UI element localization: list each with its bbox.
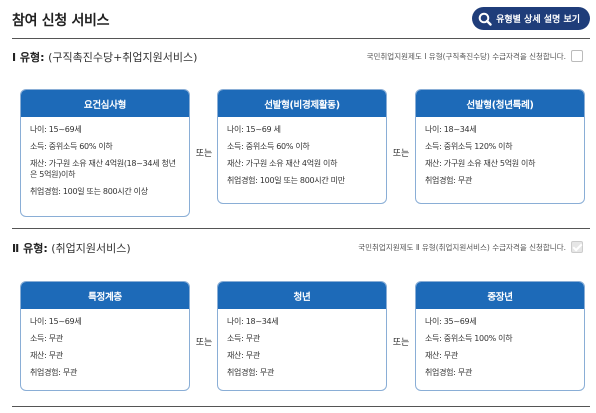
or-label: 또는 xyxy=(392,338,410,348)
card-body: 나이: 15~69세 소득: 중위소득 60% 이하 재산: 가구원 소유 재산… xyxy=(21,117,189,197)
type1-card-3: 선발형(청년특례) 나이: 18~34세 소득: 중위소득 120% 이하 재산… xyxy=(415,89,585,204)
card-line-age: 나이: 18~34세 xyxy=(227,317,279,326)
divider xyxy=(12,406,590,407)
card-line-experience: 취업경험: 무관 xyxy=(425,176,472,185)
magnifier-icon xyxy=(478,12,492,26)
divider xyxy=(12,228,590,229)
type1-apply-text: 국민취업지원제도 Ⅰ 유형(구직촉진수당) 수급자격을 신청합니다. xyxy=(366,51,566,61)
card-line-income: 소득: 중위소득 60% 이하 xyxy=(227,142,310,151)
card-body: 나이: 18~34세 소득: 중위소득 120% 이하 재산: 가구원 소유 재… xyxy=(416,117,584,186)
card-title: 중장년 xyxy=(416,282,584,309)
type1-title: Ⅰ 유형: (구직촉진수당+취업지원서비스) xyxy=(12,49,197,65)
type1-checkbox[interactable] xyxy=(571,50,583,62)
card-line-income: 소득: 중위소득 60% 이하 xyxy=(30,142,113,151)
card-body: 나이: 18~34세 소득: 무관 재산: 무관 취업경험: 무관 xyxy=(218,309,386,378)
card-title: 요건심사형 xyxy=(21,90,189,117)
card-line-asset: 재산: 무관 xyxy=(227,351,260,360)
guide-button[interactable]: 유형별 상세 설명 보기 xyxy=(472,7,590,30)
type1-card-1: 요건심사형 나이: 15~69세 소득: 중위소득 60% 이하 재산: 가구원… xyxy=(20,89,190,217)
card-line-asset: 재산: 가구원 소유 재산 5억원 이하 xyxy=(425,159,536,168)
type2-title: Ⅱ 유형: (취업지원서비스) xyxy=(12,240,131,256)
card-line-experience: 취업경험: 100일 또는 800시간 이상 xyxy=(30,187,148,196)
type1-sub: (구직촉진수당+취업지원서비스) xyxy=(48,51,198,64)
card-line-age: 나이: 15~69 세 xyxy=(227,125,281,134)
type2-card-2: 청년 나이: 18~34세 소득: 무관 재산: 무관 취업경험: 무관 xyxy=(217,281,387,391)
type2-apply-text: 국민취업지원제도 Ⅱ 유형(취업지원서비스) 수급자격을 신청합니다. xyxy=(358,242,566,252)
card-line-asset: 재산: 무관 xyxy=(425,351,458,360)
card-line-income: 소득: 중위소득 120% 이하 xyxy=(425,142,513,151)
card-line-income: 소득: 무관 xyxy=(227,334,260,343)
type2-apply[interactable]: 국민취업지원제도 Ⅱ 유형(취업지원서비스) 수급자격을 신청합니다. xyxy=(358,241,583,253)
page-title: 참여 신청 서비스 xyxy=(12,13,110,29)
or-label: 또는 xyxy=(392,149,410,159)
type2-card-1: 특정계층 나이: 15~69세 소득: 무관 재산: 무관 취업경험: 무관 xyxy=(20,281,190,391)
card-title: 선발형(청년특례) xyxy=(416,90,584,117)
card-line-experience: 취업경험: 100일 또는 800시간 미만 xyxy=(227,176,345,185)
type1-card-2: 선발형(비경제활동) 나이: 15~69 세 소득: 중위소득 60% 이하 재… xyxy=(217,89,387,204)
or-label: 또는 xyxy=(195,338,213,348)
card-line-age: 나이: 15~69세 xyxy=(30,317,82,326)
type2-card-3: 중장년 나이: 35~69세 소득: 중위소득 100% 이하 재산: 무관 취… xyxy=(415,281,585,391)
card-title: 선발형(비경제활동) xyxy=(218,90,386,117)
card-line-income: 소득: 중위소득 100% 이하 xyxy=(425,334,513,343)
card-line-experience: 취업경험: 무관 xyxy=(30,368,77,377)
card-body: 나이: 35~69세 소득: 중위소득 100% 이하 재산: 무관 취업경험:… xyxy=(416,309,584,378)
divider xyxy=(12,38,590,39)
card-line-asset: 재산: 가구원 소유 재산 4억원 이하 xyxy=(227,159,338,168)
page-header: 참여 신청 서비스 유형별 상세 설명 보기 xyxy=(0,0,596,38)
type1-label: Ⅰ 유형: xyxy=(12,51,45,64)
type2-sub: (취업지원서비스) xyxy=(51,242,131,255)
card-title: 청년 xyxy=(218,282,386,309)
card-line-age: 나이: 35~69세 xyxy=(425,317,477,326)
card-line-age: 나이: 18~34세 xyxy=(425,125,477,134)
card-line-asset: 재산: 무관 xyxy=(30,351,63,360)
card-line-age: 나이: 15~69세 xyxy=(30,125,82,134)
card-body: 나이: 15~69 세 소득: 중위소득 60% 이하 재산: 가구원 소유 재… xyxy=(218,117,386,186)
type1-header: Ⅰ 유형: (구직촉진수당+취업지원서비스) 국민취업지원제도 Ⅰ 유형(구직촉… xyxy=(12,47,590,67)
guide-button-label: 유형별 상세 설명 보기 xyxy=(496,15,580,25)
type2-label: Ⅱ 유형: xyxy=(12,242,48,255)
card-line-income: 소득: 무관 xyxy=(30,334,63,343)
type2-checkbox[interactable] xyxy=(571,241,583,253)
or-label: 또는 xyxy=(195,149,213,159)
card-line-asset: 재산: 가구원 소유 재산 4억원(18~34세 청년은 5억원)이하 xyxy=(30,159,176,179)
card-title: 특정계층 xyxy=(21,282,189,309)
type1-apply[interactable]: 국민취업지원제도 Ⅰ 유형(구직촉진수당) 수급자격을 신청합니다. xyxy=(367,50,583,62)
type2-header: Ⅱ 유형: (취업지원서비스) 국민취업지원제도 Ⅱ 유형(취업지원서비스) 수… xyxy=(12,238,590,258)
card-line-experience: 취업경험: 무관 xyxy=(425,368,472,377)
card-body: 나이: 15~69세 소득: 무관 재산: 무관 취업경험: 무관 xyxy=(21,309,189,378)
card-line-experience: 취업경험: 무관 xyxy=(227,368,274,377)
